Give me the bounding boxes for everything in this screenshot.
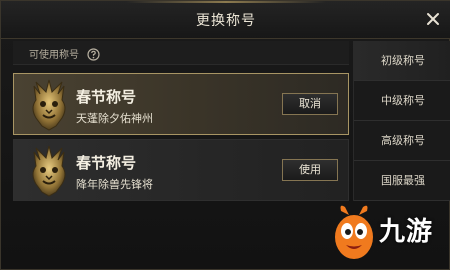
- tab-intermediate-titles[interactable]: 中级称号: [354, 81, 450, 121]
- tab-beginner-titles[interactable]: 初级称号: [354, 41, 450, 81]
- title-description: 降年除兽先锋将: [76, 178, 153, 191]
- dialog-title: 更换称号: [196, 13, 256, 29]
- title-description: 天蓬除夕佑神州: [76, 112, 153, 125]
- title-name: 春节称号: [76, 88, 137, 106]
- title-card[interactable]: 春节称号 降年除兽先锋将 使用: [13, 139, 349, 201]
- title-name: 春节称号: [76, 154, 137, 172]
- use-title-button[interactable]: 使用: [282, 159, 338, 181]
- cancel-title-button[interactable]: 取消: [282, 93, 338, 115]
- orange-mascot-icon: [331, 201, 377, 263]
- section-label: 可使用称号: [29, 50, 79, 61]
- watermark-text: 九游: [379, 217, 434, 247]
- tab-server-strongest[interactable]: 国服最强: [354, 161, 450, 201]
- header-ornament: [126, 1, 326, 3]
- watermark-logo: 九游: [331, 197, 450, 267]
- title-category-nav: 初级称号 中级称号 高级称号 国服最强: [353, 41, 450, 201]
- golden-lion-emblem-icon: [22, 144, 76, 198]
- title-dialog: 更换称号 可使用称号 春节称号 天蓬除夕佑神州 取消 春节称号 降年除兽先锋将 …: [0, 0, 450, 270]
- title-card-selected[interactable]: 春节称号 天蓬除夕佑神州 取消: [13, 73, 349, 135]
- tab-advanced-titles[interactable]: 高级称号: [354, 121, 450, 161]
- question-circle-icon[interactable]: [87, 46, 100, 61]
- golden-lion-emblem-icon: [22, 78, 76, 132]
- dialog-header: 更换称号: [1, 1, 450, 39]
- close-icon[interactable]: [423, 9, 443, 29]
- available-titles-header: 可使用称号: [13, 41, 349, 65]
